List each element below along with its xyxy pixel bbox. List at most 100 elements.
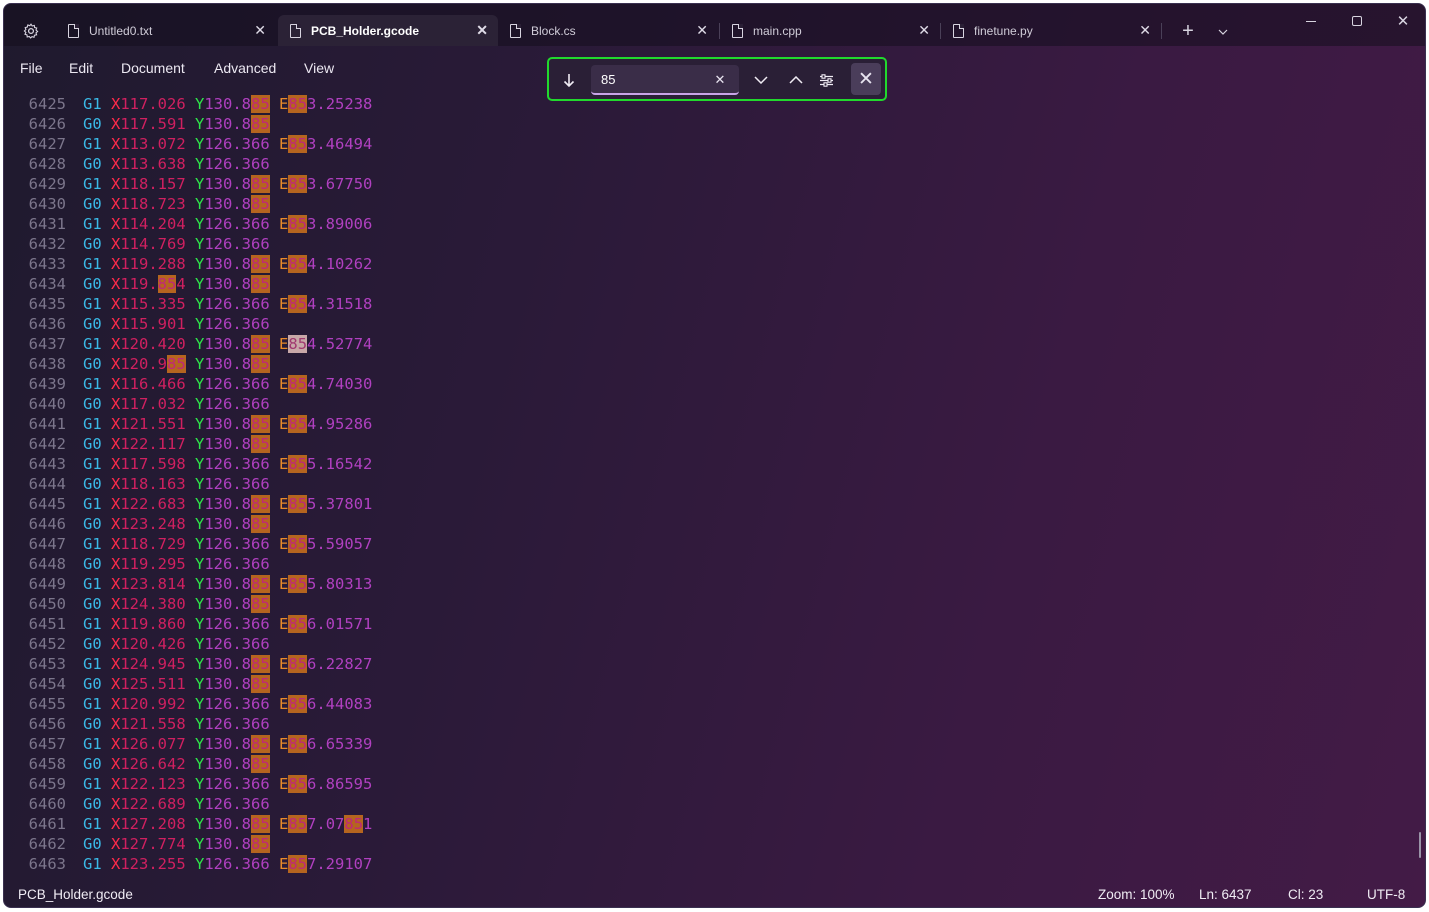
x-axis-letter: X [111,435,121,453]
settings-button[interactable] [20,20,42,42]
code-line[interactable]: 6427 G1 X113.072 Y126.366 E853.46494 [4,134,1425,154]
scrollbar-thumb[interactable] [1419,832,1421,858]
x-axis-letter: X [111,515,121,533]
gcode-command: G1 [83,175,111,193]
line-number: 6429 [28,175,66,193]
code-line[interactable]: 6430 G0 X118.723 Y130.885 [4,194,1425,214]
status-zoom[interactable]: Zoom: 100% [1098,887,1175,902]
menu-advanced[interactable]: Advanced [214,60,276,76]
line-code: G0 X122.689 Y126.366 [83,795,270,813]
code-line[interactable]: 6450 G0 X124.380 Y130.885 [4,594,1425,614]
line-code: G1 X115.335 Y126.366 E854.31518 [83,295,373,313]
tab-list-button[interactable] [1212,22,1234,42]
code-line[interactable]: 6447 G1 X118.729 Y126.366 E855.59057 [4,534,1425,554]
tab-finetune-py[interactable]: finetune.py ✕ [941,15,1161,46]
code-line[interactable]: 6438 G0 X120.985 Y130.885 [4,354,1425,374]
status-encoding[interactable]: UTF-8 [1367,887,1405,902]
search-match-highlight: 85 [251,495,270,513]
gcode-command: G1 [83,535,111,553]
code-line[interactable]: 6448 G0 X119.295 Y126.366 [4,554,1425,574]
tab-label: main.cpp [753,23,802,38]
code-line[interactable]: 6435 G1 X115.335 Y126.366 E854.31518 [4,294,1425,314]
gcode-command: G1 [83,295,111,313]
gcode-command: G1 [83,815,111,833]
code-line[interactable]: 6436 G0 X115.901 Y126.366 [4,314,1425,334]
code-editor[interactable]: 6425 G1 X117.026 Y130.885 E853.25238 6426 G… [4,91,1425,876]
code-line[interactable]: 6452 G0 X120.426 Y126.366 [4,634,1425,654]
code-line[interactable]: 6449 G1 X123.814 Y130.885 E855.80313 [4,574,1425,594]
tab-main-cpp[interactable]: main.cpp ✕ [720,15,940,46]
new-tab-button[interactable]: + [1176,20,1200,42]
code-line[interactable]: 6431 G1 X114.204 Y126.366 E853.89006 [4,214,1425,234]
menu-file[interactable]: File [20,60,43,76]
line-code: G1 X118.157 Y130.885 E853.67750 [83,175,373,193]
x-axis-letter: X [111,115,121,133]
code-line[interactable]: 6461 G1 X127.208 Y130.885 E857.07851 [4,814,1425,834]
gcode-command: G1 [83,575,111,593]
search-match-highlight: 85 [251,435,270,453]
code-line[interactable]: 6446 G0 X123.248 Y130.885 [4,514,1425,534]
search-direction-button[interactable] [555,67,583,93]
close-icon[interactable]: ✕ [918,22,930,39]
line-number: 6461 [28,815,66,833]
code-line[interactable]: 6454 G0 X125.511 Y130.885 [4,674,1425,694]
code-line[interactable]: 6432 G0 X114.769 Y126.366 [4,234,1425,254]
tab-pcb-holder[interactable]: PCB_Holder.gcode ✕ [278,15,498,46]
line-code: G1 X126.077 Y130.885 E856.65339 [83,735,373,753]
code-line[interactable]: 6453 G1 X124.945 Y130.885 E856.22827 [4,654,1425,674]
code-line[interactable]: 6434 G0 X119.854 Y130.885 [4,274,1425,294]
close-icon[interactable]: ✕ [1139,22,1151,39]
search-match-highlight: 85 [251,115,270,133]
tab-untitled0[interactable]: Untitled0.txt ✕ [56,15,276,46]
code-line[interactable]: 6459 G1 X122.123 Y126.366 E856.86595 [4,774,1425,794]
status-column[interactable]: Cl: 23 [1288,887,1323,902]
search-match-highlight: 85 [251,335,270,353]
y-axis-letter: Y [195,855,205,873]
menu-edit[interactable]: Edit [69,60,93,76]
code-line[interactable]: 6428 G0 X113.638 Y126.366 [4,154,1425,174]
code-line[interactable]: 6456 G0 X121.558 Y126.366 [4,714,1425,734]
search-match-highlight: 85 [251,515,270,533]
status-line[interactable]: Ln: 6437 [1199,887,1252,902]
code-line[interactable]: 6455 G1 X120.992 Y126.366 E856.44083 [4,694,1425,714]
find-previous-button[interactable] [782,67,810,93]
code-line[interactable]: 6463 G1 X123.255 Y126.366 E857.29107 [4,854,1425,874]
code-line[interactable]: 6433 G1 X119.288 Y130.885 E854.10262 [4,254,1425,274]
code-line[interactable]: 6462 G0 X127.774 Y130.885 [4,834,1425,854]
tab-label: PCB_Holder.gcode [311,23,420,38]
code-line[interactable]: 6426 G0 X117.591 Y130.885 [4,114,1425,134]
close-icon[interactable]: ✕ [696,22,708,39]
code-line[interactable]: 6441 G1 X121.551 Y130.885 E854.95286 [4,414,1425,434]
find-next-button[interactable] [747,67,775,93]
y-axis-letter: Y [195,715,205,733]
code-line[interactable]: 6460 G0 X122.689 Y126.366 [4,794,1425,814]
line-code: G0 X118.163 Y126.366 [83,475,270,493]
maximize-button[interactable] [1340,8,1374,34]
code-line[interactable]: 6458 G0 X126.642 Y130.885 [4,754,1425,774]
menu-document[interactable]: Document [121,60,185,76]
close-icon[interactable]: ✕ [476,22,488,39]
code-line[interactable]: 6440 G0 X117.032 Y126.366 [4,394,1425,414]
code-line[interactable]: 6457 G1 X126.077 Y130.885 E856.65339 [4,734,1425,754]
code-line[interactable]: 6445 G1 X122.683 Y130.885 E855.37801 [4,494,1425,514]
code-line[interactable]: 6443 G1 X117.598 Y126.366 E855.16542 [4,454,1425,474]
search-match-highlight: 85 [251,815,270,833]
gcode-command: G1 [83,255,111,273]
code-line[interactable]: 6451 G1 X119.860 Y126.366 E856.01571 [4,614,1425,634]
code-line[interactable]: 6429 G1 X118.157 Y130.885 E853.67750 [4,174,1425,194]
y-axis-letter: Y [195,535,205,553]
y-axis-letter: Y [195,395,205,413]
close-icon[interactable]: ✕ [254,22,266,39]
minimize-button[interactable] [1294,8,1328,34]
close-find-button[interactable]: ✕ [851,63,881,95]
code-line[interactable]: 6437 G1 X120.420 Y130.885 E854.52774 [4,334,1425,354]
tab-block-cs[interactable]: Block.cs ✕ [498,15,718,46]
find-options-button[interactable] [812,67,840,93]
line-number: 6446 [28,515,66,533]
code-line[interactable]: 6444 G0 X118.163 Y126.366 [4,474,1425,494]
menu-view[interactable]: View [304,60,334,76]
clear-find-button[interactable]: ✕ [709,67,731,93]
code-line[interactable]: 6439 G1 X116.466 Y126.366 E854.74030 [4,374,1425,394]
code-line[interactable]: 6442 G0 X122.117 Y130.885 [4,434,1425,454]
close-window-button[interactable]: ✕ [1386,8,1420,34]
